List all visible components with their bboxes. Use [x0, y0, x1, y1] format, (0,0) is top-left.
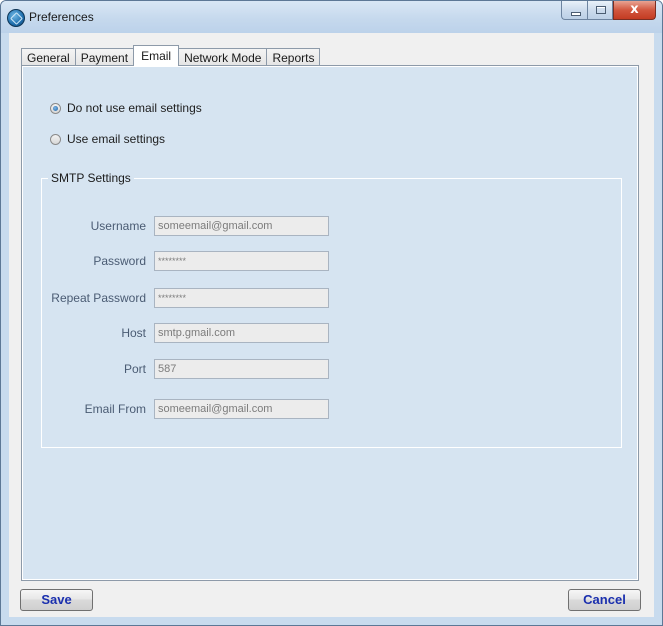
save-button[interactable]: Save: [20, 589, 93, 611]
tab-reports[interactable]: Reports: [266, 48, 321, 66]
email-tab-content: Do not use email settings Use email sett…: [22, 66, 638, 580]
window-title: Preferences: [29, 10, 94, 24]
username-row: Username someemail@gmail.com: [42, 216, 621, 236]
username-field[interactable]: someemail@gmail.com: [154, 216, 329, 236]
dialog-body: General Payment Email Network Mode Repor…: [9, 33, 654, 617]
app-icon: [7, 9, 25, 27]
cancel-button[interactable]: Cancel: [568, 589, 641, 611]
tab-network-mode[interactable]: Network Mode: [178, 48, 268, 66]
email-from-field[interactable]: someemail@gmail.com: [154, 399, 329, 419]
password-field[interactable]: ********: [154, 251, 329, 271]
title-bar[interactable]: Preferences x: [1, 1, 662, 33]
repeat-password-field[interactable]: ********: [154, 288, 329, 308]
tab-email[interactable]: Email: [133, 45, 180, 66]
radio-checked-icon[interactable]: [50, 102, 61, 114]
minimize-icon: [571, 12, 581, 16]
host-label: Host: [121, 326, 146, 340]
password-row: Password ********: [42, 251, 621, 271]
tab-payment[interactable]: Payment: [74, 48, 135, 66]
host-field[interactable]: smtp.gmail.com: [154, 323, 329, 343]
port-field[interactable]: 587: [154, 359, 329, 379]
radio-unchecked-icon[interactable]: [50, 133, 61, 145]
preferences-window: Preferences x General Payment Email Netw…: [0, 0, 663, 626]
tab-strip: General Payment Email Network Mode Repor…: [21, 44, 321, 66]
smtp-settings-label: SMTP Settings: [48, 171, 134, 185]
radio-no-email-label: Do not use email settings: [67, 101, 202, 115]
minimize-button[interactable]: [561, 1, 587, 20]
email-tab-panel: Do not use email settings Use email sett…: [21, 65, 639, 581]
close-button[interactable]: x: [613, 1, 656, 20]
maximize-icon: [596, 6, 606, 14]
email-from-label: Email From: [84, 402, 146, 416]
password-label: Password: [93, 254, 146, 268]
radio-use-email[interactable]: Use email settings: [50, 132, 165, 146]
close-icon: x: [630, 2, 639, 17]
port-row: Port 587: [42, 359, 621, 379]
username-label: Username: [90, 219, 146, 233]
repeat-password-row: Repeat Password ********: [42, 288, 621, 308]
smtp-settings-group: SMTP Settings Username someemail@gmail.c…: [41, 171, 622, 448]
port-label: Port: [123, 362, 146, 376]
host-row: Host smtp.gmail.com: [42, 323, 621, 343]
radio-no-email[interactable]: Do not use email settings: [50, 101, 202, 115]
email-from-row: Email From someemail@gmail.com: [42, 399, 621, 419]
tab-general[interactable]: General: [21, 48, 76, 66]
repeat-password-label: Repeat Password: [51, 291, 146, 305]
maximize-button[interactable]: [587, 1, 613, 20]
window-controls: x: [561, 1, 656, 21]
radio-use-email-label: Use email settings: [67, 132, 166, 146]
